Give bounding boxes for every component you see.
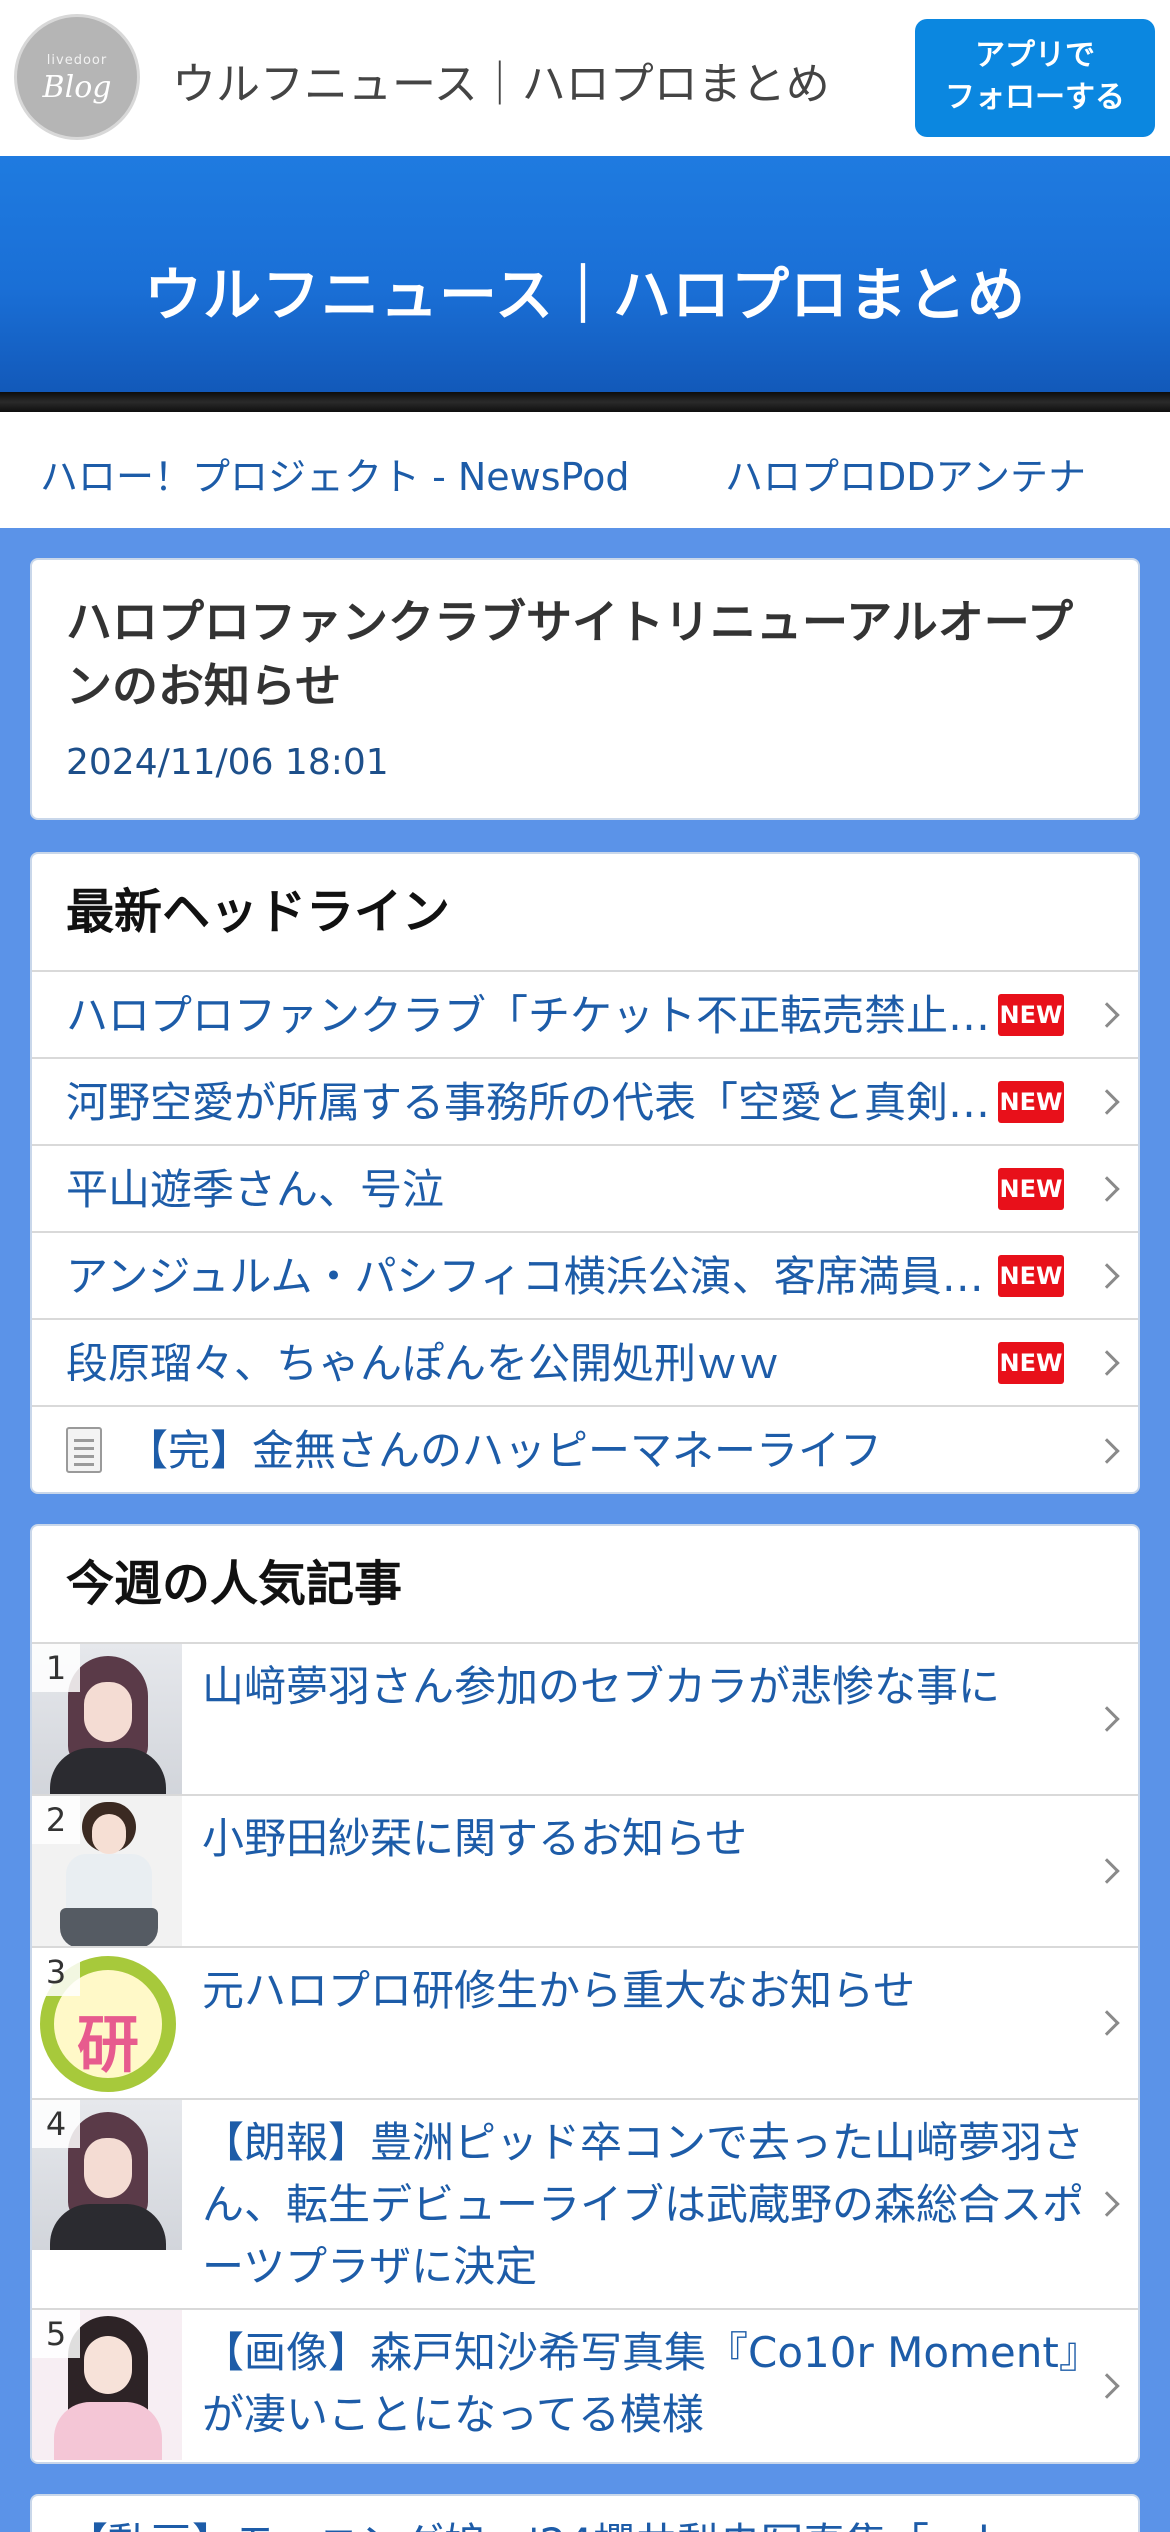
follow-in-app-button[interactable]: アプリで フォローする [915, 19, 1155, 137]
banner-divider [0, 392, 1170, 412]
new-badge: NEW [998, 1168, 1064, 1210]
article-thumbnail[interactable]: 2 [32, 1796, 182, 1946]
follow-button-line2: フォローする [945, 80, 1125, 115]
headline-row[interactable]: アンジュルム・パシフィコ横浜公演、客席満員になってしまう NEW [32, 1233, 1138, 1320]
article-thumbnail[interactable]: 5 [32, 2310, 182, 2460]
document-icon [66, 1427, 102, 1473]
latest-headlines-heading: 最新ヘッドライン [32, 854, 1138, 972]
antenna-link-newspod[interactable]: ハロー！プロジェクト - NewsPod [40, 446, 629, 501]
chevron-right-icon [1094, 1349, 1120, 1376]
rank-number: 4 [32, 2100, 80, 2148]
notice-title[interactable]: ハロプロファンクラブサイトリニューアルオープンのお知らせ [66, 590, 1106, 718]
livedoor-blog-logo[interactable]: livedoor Blog [14, 14, 140, 140]
popular-row[interactable]: 5 【画像】森戸知沙希写真集『Co10r Moment』が凄いことになってる模様 [32, 2310, 1138, 2462]
rank-number: 3 [32, 1948, 80, 1996]
chevron-right-icon [1094, 1262, 1120, 1289]
headline-row[interactable]: 【完】金無さんのハッピーマネーライフ [32, 1407, 1138, 1492]
popular-row[interactable]: 2 小野田紗栞に関するお知らせ [32, 1796, 1138, 1948]
popular-title[interactable]: 小野田紗栞に関するお知らせ [202, 1808, 1112, 1870]
latest-headlines-card: 最新ヘッドライン ハロプロファンクラブ「チケット不正転売禁止法に基づく NEW … [30, 852, 1140, 1494]
chevron-right-icon [1094, 1437, 1120, 1464]
top-bar: livedoor Blog ウルフニュース｜ハロプロまとめ アプリで フォローす… [0, 0, 1170, 156]
article-thumbnail[interactable]: 4 [32, 2100, 182, 2250]
antenna-link-dd-antenna[interactable]: ハロプロDDアンテナ [725, 446, 1086, 501]
next-article-card[interactable]: 【動画】モーニング娘。'24櫻井梨央写真集「ｃｈｅｅｒｓ」 [30, 2494, 1140, 2532]
popular-title[interactable]: 【画像】森戸知沙希写真集『Co10r Moment』が凄いことになってる模様 [202, 2322, 1112, 2446]
thumbnail-kanji: 研 [76, 2008, 139, 2081]
popular-row[interactable]: 1 山﨑夢羽さん参加のセブカラが悲惨な事に [32, 1644, 1138, 1796]
notice-date: 2024/11/06 18:01 [66, 742, 389, 783]
logo-big-text: Blog [42, 70, 112, 105]
site-title[interactable]: ウルフニュース｜ハロプロまとめ [172, 48, 830, 112]
headline-title[interactable]: ハロプロファンクラブ「チケット不正転売禁止法に基づく [66, 972, 1016, 1059]
headline-title[interactable]: 河野空愛が所属する事務所の代表「空愛と真剣に向き合って [66, 1059, 1016, 1146]
headline-row[interactable]: ハロプロファンクラブ「チケット不正転売禁止法に基づく NEW [32, 972, 1138, 1059]
chevron-right-icon [1094, 1001, 1120, 1028]
popular-articles-heading: 今週の人気記事 [32, 1526, 1138, 1644]
headline-title[interactable]: 平山遊季さん、号泣 [66, 1146, 1016, 1233]
rank-number: 1 [32, 1644, 80, 1692]
rank-number: 5 [32, 2310, 80, 2358]
new-badge: NEW [998, 1255, 1064, 1297]
blog-header-banner[interactable]: ウルフニュース｜ハロプロまとめ [0, 156, 1170, 396]
popular-articles-card: 今週の人気記事 1 山﨑夢羽さん参加のセブカラが悲惨な事に 2 小野田紗栞に関す… [30, 1524, 1140, 2464]
popular-title[interactable]: 【朗報】豊洲ピッド卒コンで去った山﨑夢羽さん、転生デビューライブは武蔵野の森総合… [202, 2112, 1112, 2298]
popular-title[interactable]: 山﨑夢羽さん参加のセブカラが悲惨な事に [202, 1656, 1112, 1718]
popular-row[interactable]: 研 3 元ハロプロ研修生から重大なお知らせ [32, 1948, 1138, 2100]
new-badge: NEW [998, 994, 1064, 1036]
chevron-right-icon [1094, 1088, 1120, 1115]
headline-title[interactable]: 段原瑠々、ちゃんぽんを公開処刑ｗｗ [66, 1320, 1016, 1407]
chevron-right-icon [1094, 1175, 1120, 1202]
headline-row[interactable]: 平山遊季さん、号泣 NEW [32, 1146, 1138, 1233]
follow-button-line1: アプリで [975, 38, 1095, 73]
new-badge: NEW [998, 1342, 1064, 1384]
new-badge: NEW [998, 1081, 1064, 1123]
popular-row[interactable]: 4 【朗報】豊洲ピッド卒コンで去った山﨑夢羽さん、転生デビューライブは武蔵野の森… [32, 2100, 1138, 2310]
rank-number: 2 [32, 1796, 80, 1844]
logo-small-text: livedoor [46, 53, 108, 68]
next-article-title[interactable]: 【動画】モーニング娘。'24櫻井梨央写真集「ｃｈｅｅｒｓ」 [66, 2510, 1066, 2532]
headline-title[interactable]: 【完】金無さんのハッピーマネーライフ [126, 1407, 1016, 1492]
banner-title[interactable]: ウルフニュース｜ハロプロまとめ [0, 248, 1170, 332]
popular-title[interactable]: 元ハロプロ研修生から重大なお知らせ [202, 1960, 1112, 2022]
antenna-links-bar: ハロー！プロジェクト - NewsPod ハロプロDDアンテナ [0, 412, 1170, 528]
notice-card[interactable]: ハロプロファンクラブサイトリニューアルオープンのお知らせ 2024/11/06 … [30, 558, 1140, 820]
article-thumbnail[interactable]: 1 [32, 1644, 182, 1794]
headline-title[interactable]: アンジュルム・パシフィコ横浜公演、客席満員になってしまう [66, 1233, 1016, 1320]
headline-row[interactable]: 段原瑠々、ちゃんぽんを公開処刑ｗｗ NEW [32, 1320, 1138, 1407]
headline-row[interactable]: 河野空愛が所属する事務所の代表「空愛と真剣に向き合って NEW [32, 1059, 1138, 1146]
article-thumbnail[interactable]: 研 3 [32, 1948, 182, 2098]
